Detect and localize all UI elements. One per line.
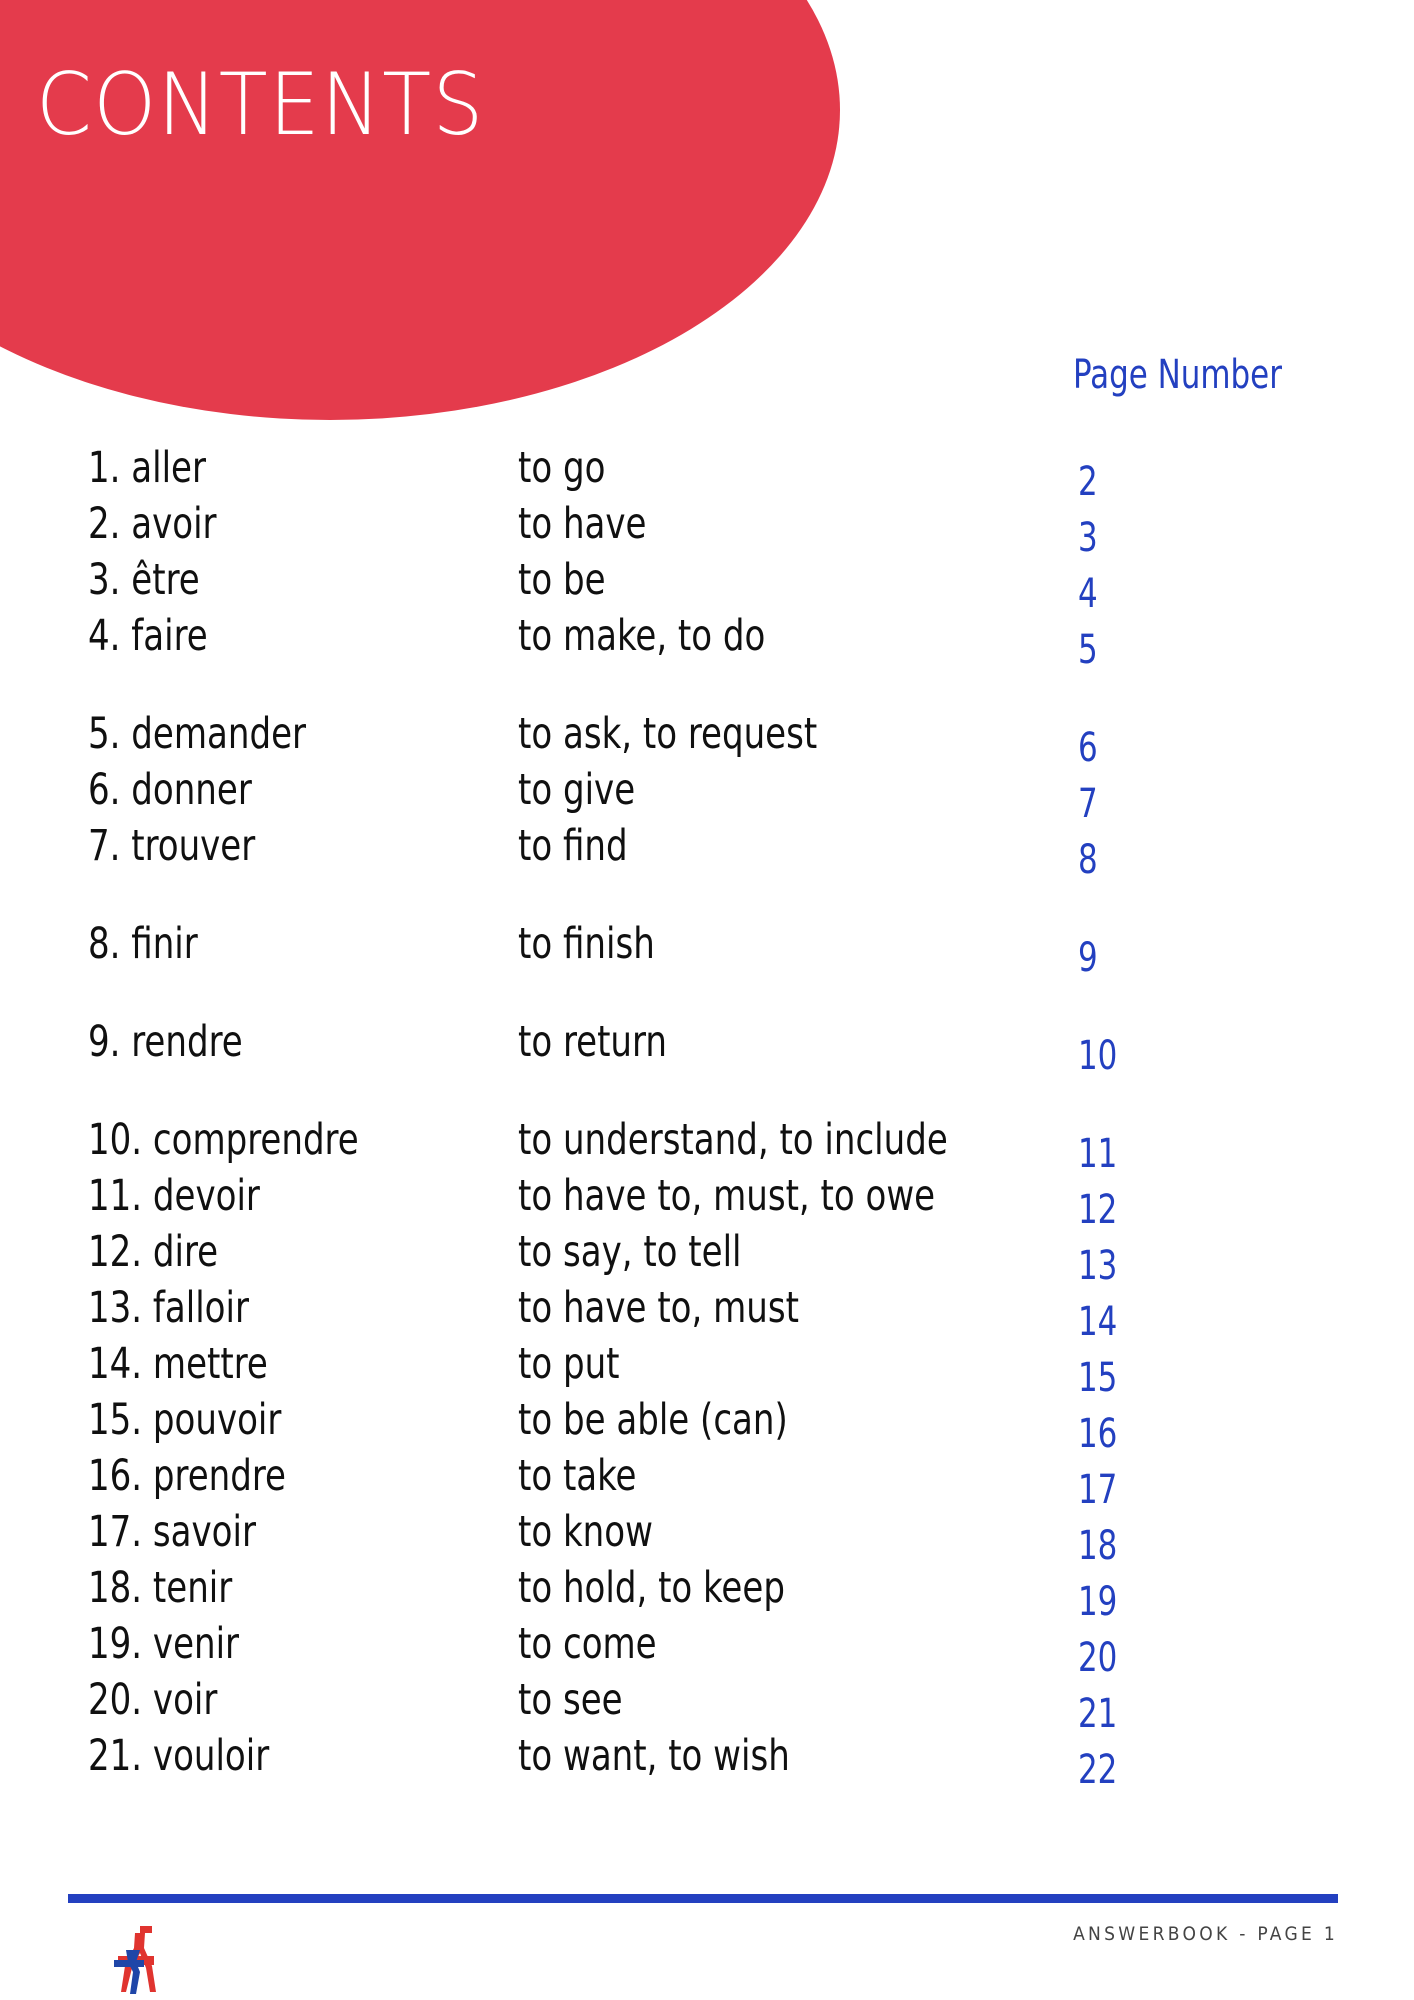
contents-entry-row[interactable]: 19. venir to come 20 <box>0 1616 1414 1681</box>
footer-label: ANSWERBOOK - PAGE 1 <box>1073 1923 1338 1945</box>
eiffel-tower-logo <box>96 1920 168 1998</box>
entry-french-verb: 12. dire <box>88 1227 219 1277</box>
contents-entry-row[interactable]: 15. pouvoir to be able (can) 16 <box>0 1392 1414 1457</box>
entry-english-meaning: to be <box>518 555 606 605</box>
entry-english-meaning: to go <box>518 443 606 493</box>
entry-french-verb: 20. voir <box>88 1675 218 1725</box>
contents-entry-row[interactable]: 2. avoir to have 3 <box>0 496 1414 561</box>
entry-english-meaning: to have to, must, to owe <box>518 1171 936 1221</box>
entry-french-verb: 8. finir <box>88 919 198 969</box>
footer-divider-rule <box>68 1894 1338 1903</box>
entry-group: 10. comprendre to understand, to include 1… <box>0 1112 1414 1793</box>
entry-group: 5. demander to ask, to request 6 6. donner t… <box>0 706 1414 883</box>
entry-french-verb: 2. avoir <box>88 499 217 549</box>
entry-french-verb: 6. donner <box>88 765 252 815</box>
entry-english-meaning: to hold, to keep <box>518 1563 785 1613</box>
contents-entry-row[interactable]: 16. prendre to take 17 <box>0 1448 1414 1513</box>
entry-english-meaning: to ask, to request <box>518 709 818 759</box>
contents-entry-row[interactable]: 10. comprendre to understand, to include 1… <box>0 1112 1414 1177</box>
entry-english-meaning: to finish <box>518 919 655 969</box>
entry-english-meaning: to return <box>518 1017 667 1067</box>
entry-english-meaning: to see <box>518 1675 623 1725</box>
entry-english-meaning: to want, to wish <box>518 1731 790 1781</box>
entry-french-verb: 18. tenir <box>88 1563 233 1613</box>
contents-entry-row[interactable]: 6. donner to give 7 <box>0 762 1414 827</box>
entry-french-verb: 21. vouloir <box>88 1731 270 1781</box>
entry-english-meaning: to take <box>518 1451 637 1501</box>
entry-french-verb: 15. pouvoir <box>88 1395 282 1445</box>
entry-english-meaning: to be able (can) <box>518 1395 788 1445</box>
contents-entry-row[interactable]: 17. savoir to know 18 <box>0 1504 1414 1569</box>
entry-french-verb: 9. rendre <box>88 1017 243 1067</box>
entry-french-verb: 7. trouver <box>88 821 256 871</box>
entry-french-verb: 10. comprendre <box>88 1115 359 1165</box>
entry-english-meaning: to say, to tell <box>518 1227 742 1277</box>
entry-page-number[interactable]: 10 <box>1078 1028 1117 1084</box>
entry-french-verb: 16. prendre <box>88 1451 286 1501</box>
entry-group: 9. rendre to return 10 <box>0 1014 1414 1079</box>
entry-french-verb: 4. faire <box>88 611 208 661</box>
contents-entry-row[interactable]: 12. dire to say, to tell 13 <box>0 1224 1414 1289</box>
entry-french-verb: 19. venir <box>88 1619 240 1669</box>
entry-english-meaning: to have to, must <box>518 1283 799 1333</box>
contents-entry-row[interactable]: 13. falloir to have to, must 14 <box>0 1280 1414 1345</box>
entry-french-verb: 1. aller <box>88 443 207 493</box>
contents-entry-row[interactable]: 5. demander to ask, to request 6 <box>0 706 1414 771</box>
entry-english-meaning: to understand, to include <box>518 1115 948 1165</box>
contents-entry-row[interactable]: 14. mettre to put 15 <box>0 1336 1414 1401</box>
contents-list: 1. aller to go 2 2. avoir to have 3 3. être to … <box>0 440 1414 1793</box>
entry-french-verb: 17. savoir <box>88 1507 256 1557</box>
contents-entry-row[interactable]: 11. devoir to have to, must, to owe 12 <box>0 1168 1414 1233</box>
entry-page-number[interactable]: 8 <box>1078 832 1098 888</box>
page-number-column-heading: Page Number <box>1073 352 1282 398</box>
entry-english-meaning: to put <box>518 1339 620 1389</box>
entry-english-meaning: to come <box>518 1619 657 1669</box>
contents-entry-row[interactable]: 7. trouver to find 8 <box>0 818 1414 883</box>
entry-french-verb: 13. falloir <box>88 1283 249 1333</box>
page-title: CONTENTS <box>36 55 485 155</box>
entry-english-meaning: to give <box>518 765 636 815</box>
contents-entry-row[interactable]: 3. être to be 4 <box>0 552 1414 617</box>
entry-page-number[interactable]: 22 <box>1078 1742 1117 1798</box>
entry-english-meaning: to make, to do <box>518 611 766 661</box>
entry-page-number[interactable]: 9 <box>1078 930 1098 986</box>
contents-entry-row[interactable]: 8. finir to finish 9 <box>0 916 1414 981</box>
entry-french-verb: 11. devoir <box>88 1171 260 1221</box>
contents-entry-row[interactable]: 21. vouloir to want, to wish 22 <box>0 1728 1414 1793</box>
contents-entry-row[interactable]: 9. rendre to return 10 <box>0 1014 1414 1079</box>
contents-entry-row[interactable]: 4. faire to make, to do 5 <box>0 608 1414 673</box>
entry-english-meaning: to know <box>518 1507 653 1557</box>
entry-group: 1. aller to go 2 2. avoir to have 3 3. être to … <box>0 440 1414 673</box>
contents-entry-row[interactable]: 1. aller to go 2 <box>0 440 1414 505</box>
entry-english-meaning: to find <box>518 821 628 871</box>
entry-french-verb: 5. demander <box>88 709 307 759</box>
entry-group: 8. finir to finish 9 <box>0 916 1414 981</box>
entry-english-meaning: to have <box>518 499 647 549</box>
entry-french-verb: 3. être <box>88 555 200 605</box>
document-page: CONTENTS Page Number 1. aller to go 2 2. av… <box>0 0 1414 2000</box>
contents-entry-row[interactable]: 20. voir to see 21 <box>0 1672 1414 1737</box>
entry-page-number[interactable]: 5 <box>1078 622 1098 678</box>
contents-entry-row[interactable]: 18. tenir to hold, to keep 19 <box>0 1560 1414 1625</box>
entry-french-verb: 14. mettre <box>88 1339 268 1389</box>
